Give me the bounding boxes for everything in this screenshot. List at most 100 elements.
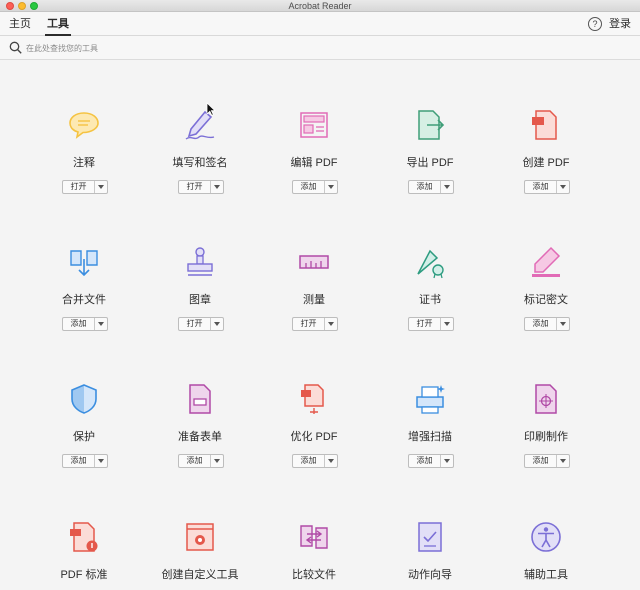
prepare-form-icon <box>189 384 211 414</box>
tool-button-label: 添加 <box>409 455 441 467</box>
tool-tile[interactable]: 优化 PDF 添加 <box>254 334 374 468</box>
compare-files-icon <box>300 525 328 549</box>
chevron-down-icon[interactable] <box>214 322 220 326</box>
open-tool-button[interactable]: 打开 <box>178 317 224 331</box>
edit-pdf-icon <box>300 112 328 138</box>
tool-tile[interactable]: 注释 打开 <box>24 60 144 194</box>
tool-label: 动作向导 <box>408 569 452 581</box>
action-wizard-icon <box>418 522 442 552</box>
tool-tile[interactable]: 比较文件 <box>254 472 374 590</box>
open-tool-button[interactable]: 打开 <box>62 180 108 194</box>
tool-tile[interactable]: PDF 标准 <box>24 472 144 590</box>
tool-tile[interactable]: 创建自定义工具 <box>140 472 260 590</box>
tool-tile[interactable]: 增强扫描 添加 <box>370 334 490 468</box>
tool-label: 导出 PDF <box>406 157 454 169</box>
add-tool-button[interactable]: 添加 <box>292 180 338 194</box>
tab-tools[interactable]: 工具 <box>45 12 71 36</box>
chevron-down-icon[interactable] <box>214 185 220 189</box>
tool-tile[interactable]: 测量打开 <box>254 197 374 331</box>
tool-label: PDF 标准 <box>60 569 108 581</box>
tool-tile[interactable]: 创建 PDF 添加 <box>486 60 606 194</box>
certificate-icon <box>417 249 444 279</box>
tool-button-label: 打开 <box>409 318 441 330</box>
enhance-scan-icon <box>416 385 445 414</box>
redact-icon <box>532 246 561 277</box>
tool-label: 测量 <box>303 294 325 306</box>
chevron-down-icon[interactable] <box>98 185 104 189</box>
chevron-down-icon[interactable] <box>328 185 334 189</box>
chevron-down-icon[interactable] <box>328 459 334 463</box>
add-tool-button[interactable]: 添加 <box>524 454 570 468</box>
tool-button-label: 添加 <box>293 181 325 193</box>
tool-button-label: 打开 <box>293 318 325 330</box>
tool-button-label: 添加 <box>179 455 211 467</box>
optimize-pdf-icon <box>301 384 324 414</box>
tool-button-label: 打开 <box>179 181 211 193</box>
tool-label: 标记密文 <box>524 294 568 306</box>
tool-tile[interactable]: 保护添加 <box>24 334 144 468</box>
tool-label: 图章 <box>189 294 211 306</box>
create-pdf-icon <box>532 110 557 140</box>
add-tool-button[interactable]: 添加 <box>524 317 570 331</box>
tool-label: 填写和签名 <box>172 157 228 169</box>
tool-button-label: 打开 <box>179 318 211 330</box>
tools-grid: 注释 打开 填写和签名 打开 编辑 PDF 添加 导出 PDF 添加 创建 PDF 添加 … <box>0 60 640 590</box>
tool-tile[interactable]: 准备表单 添加 <box>140 334 260 468</box>
tool-tile[interactable]: 合并文件 添加 <box>24 197 144 331</box>
tool-tile[interactable]: 导出 PDF 添加 <box>370 60 490 194</box>
export-pdf-icon <box>418 110 445 140</box>
protect-icon <box>71 384 97 414</box>
chevron-down-icon[interactable] <box>328 322 334 326</box>
add-tool-button[interactable]: 添加 <box>408 180 454 194</box>
tool-tile[interactable]: 辅助工具 <box>486 472 606 590</box>
tool-tile[interactable]: 标记密文 添加 <box>486 197 606 331</box>
add-tool-button[interactable]: 添加 <box>62 454 108 468</box>
add-tool-button[interactable]: 添加 <box>292 454 338 468</box>
tool-label: 合并文件 <box>62 294 106 306</box>
tool-label: 证书 <box>419 294 441 306</box>
add-tool-button[interactable]: 添加 <box>408 454 454 468</box>
add-tool-button[interactable]: 添加 <box>62 317 108 331</box>
tool-button-label: 添加 <box>525 181 557 193</box>
combine-files-icon <box>70 250 98 277</box>
window-title: Acrobat Reader <box>288 1 352 11</box>
add-tool-button[interactable]: 添加 <box>524 180 570 194</box>
search-input[interactable] <box>26 39 616 57</box>
tool-label: 保护 <box>73 431 95 443</box>
tool-button-label: 添加 <box>409 181 441 193</box>
print-production-icon <box>535 384 557 414</box>
chevron-down-icon[interactable] <box>560 459 566 463</box>
tool-tile[interactable]: 图章打开 <box>140 197 260 331</box>
chevron-down-icon[interactable] <box>444 459 450 463</box>
measure-icon <box>299 255 329 269</box>
tab-home[interactable]: 主页 <box>9 12 31 36</box>
tool-tile[interactable]: 编辑 PDF 添加 <box>254 60 374 194</box>
tool-tile[interactable]: 印刷制作 添加 <box>486 334 606 468</box>
mouse-cursor-icon <box>206 102 216 116</box>
help-icon[interactable]: ? <box>588 17 602 31</box>
tool-tile[interactable]: 动作向导 <box>370 472 490 590</box>
tool-label: 优化 PDF <box>290 431 338 443</box>
chevron-down-icon[interactable] <box>444 322 450 326</box>
tool-button-label: 添加 <box>525 455 557 467</box>
chevron-down-icon[interactable] <box>214 459 220 463</box>
comment-icon <box>69 112 99 139</box>
title-bar: Acrobat Reader <box>0 0 640 12</box>
chevron-down-icon[interactable] <box>560 185 566 189</box>
chevron-down-icon[interactable] <box>98 322 104 326</box>
tool-tile[interactable]: 证书打开 <box>370 197 490 331</box>
add-tool-button[interactable]: 添加 <box>178 454 224 468</box>
open-tool-button[interactable]: 打开 <box>408 317 454 331</box>
chevron-down-icon[interactable] <box>560 322 566 326</box>
login-link[interactable]: 登录 <box>609 12 631 36</box>
search-icon <box>9 41 22 54</box>
tool-label: 创建 PDF <box>522 157 570 169</box>
open-tool-button[interactable]: 打开 <box>292 317 338 331</box>
top-nav: 主页 工具 ? 登录 <box>0 12 640 36</box>
tool-label: 增强扫描 <box>408 431 452 443</box>
open-tool-button[interactable]: 打开 <box>178 180 224 194</box>
tool-tile[interactable]: 填写和签名打开 <box>140 60 260 194</box>
chevron-down-icon[interactable] <box>98 459 104 463</box>
tool-button-label: 添加 <box>63 455 95 467</box>
chevron-down-icon[interactable] <box>444 185 450 189</box>
